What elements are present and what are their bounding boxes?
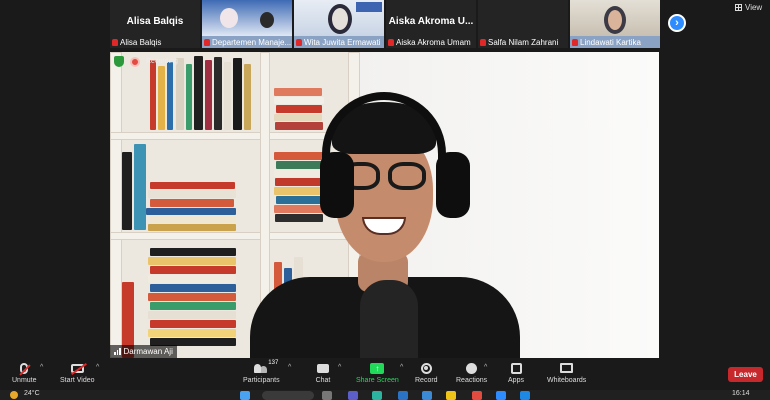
speaker-name: Darmawan Aji bbox=[123, 347, 173, 356]
participant-tile[interactable]: Alisa Balqis Alisa Balqis bbox=[110, 0, 200, 48]
share-screen-icon: ↑ bbox=[370, 362, 385, 374]
start-video-button[interactable]: Start Video bbox=[60, 362, 95, 384]
emoji-icon bbox=[466, 362, 478, 374]
recording-label: Recording bbox=[146, 58, 178, 65]
os-taskbar: 24°C 16:14 bbox=[0, 390, 770, 400]
whiteboard-icon bbox=[560, 363, 574, 373]
audio-options-caret[interactable]: ^ bbox=[40, 364, 43, 371]
participants-icon bbox=[254, 363, 268, 373]
view-button[interactable]: View bbox=[735, 3, 762, 12]
participant-caption: Alisa Balqis bbox=[112, 38, 161, 47]
mic-muted-icon bbox=[572, 39, 578, 46]
taskbar-app-icon[interactable] bbox=[322, 391, 332, 400]
participant-tile[interactable]: Lindawati Kartika bbox=[570, 0, 660, 48]
participant-name: Alisa Balqis bbox=[120, 38, 162, 47]
leave-button[interactable]: Leave bbox=[728, 367, 763, 382]
active-speaker-video: Recording Darmawan Aji bbox=[110, 52, 659, 358]
record-label: Record bbox=[415, 377, 438, 384]
meeting-status-badges: Recording bbox=[114, 56, 178, 67]
participant-name: Aiska Akroma Umam bbox=[396, 38, 471, 47]
taskbar-app-icon[interactable] bbox=[422, 391, 432, 400]
mic-muted-icon bbox=[480, 39, 486, 46]
mic-muted-icon bbox=[204, 39, 210, 46]
participant-name: Wita Juwita Ermawati bbox=[304, 38, 381, 47]
grid-icon bbox=[735, 4, 742, 11]
gallery-strip: Alisa Balqis Alisa Balqis Departemen Man… bbox=[0, 0, 770, 50]
share-screen-label: Share Screen bbox=[356, 377, 399, 384]
participant-tile[interactable]: Aiska Akroma U... Aiska Akroma Umam bbox=[386, 0, 476, 48]
reactions-label: Reactions bbox=[456, 377, 488, 384]
participant-name: Lindawati Kartika bbox=[580, 38, 641, 47]
participant-caption: Wita Juwita Ermawati bbox=[296, 38, 380, 47]
taskbar-app-icon[interactable] bbox=[496, 391, 506, 400]
share-screen-button[interactable]: ↑ Share Screen bbox=[356, 362, 399, 384]
whiteboards-button[interactable]: Whiteboards bbox=[547, 362, 586, 384]
signal-bars-icon bbox=[114, 348, 121, 355]
participant-caption: Salfa Nilam Zahrani bbox=[480, 38, 558, 47]
apps-button[interactable]: Apps bbox=[508, 362, 524, 384]
mic-muted-icon bbox=[112, 39, 118, 46]
microphone-muted-icon bbox=[20, 362, 29, 374]
chat-options-caret[interactable]: ^ bbox=[338, 364, 341, 371]
windows-start-icon[interactable] bbox=[240, 391, 250, 400]
unmute-button[interactable]: Unmute bbox=[12, 362, 37, 384]
participant-big-name: Alisa Balqis bbox=[126, 16, 184, 27]
view-label: View bbox=[745, 3, 763, 12]
reactions-options-caret[interactable]: ^ bbox=[484, 364, 487, 371]
participants-options-caret[interactable]: ^ bbox=[288, 364, 291, 371]
chat-button[interactable]: Chat bbox=[315, 362, 331, 384]
mic-muted-icon bbox=[388, 39, 394, 46]
weather-icon[interactable] bbox=[10, 391, 18, 399]
apps-label: Apps bbox=[508, 377, 524, 384]
participant-video bbox=[570, 0, 660, 36]
reactions-button[interactable]: Reactions bbox=[456, 362, 487, 384]
zoom-meeting-window: Alisa Balqis Alisa Balqis Departemen Man… bbox=[0, 0, 770, 400]
record-button[interactable]: Record bbox=[415, 362, 438, 384]
participants-count: 137 bbox=[268, 360, 279, 366]
recording-icon[interactable] bbox=[130, 56, 140, 67]
participant-caption: Lindawati Kartika bbox=[572, 38, 641, 47]
share-options-caret[interactable]: ^ bbox=[400, 364, 403, 371]
taskbar-app-icon[interactable] bbox=[398, 391, 408, 400]
taskbar-search[interactable] bbox=[262, 391, 314, 400]
temperature: 24°C bbox=[24, 390, 40, 397]
speaker-name-tag: Darmawan Aji bbox=[110, 345, 177, 358]
participant-video bbox=[294, 0, 384, 36]
participant-tile[interactable]: Departemen Manaje... bbox=[202, 0, 292, 48]
chat-icon bbox=[317, 363, 329, 373]
meeting-toolbar: Unmute ^ Start Video ^ 137 Participants … bbox=[0, 360, 770, 390]
participant-caption: Aiska Akroma Umam bbox=[388, 38, 471, 47]
participant-caption: Departemen Manaje... bbox=[204, 38, 291, 47]
video-off-icon bbox=[70, 363, 84, 373]
start-video-label: Start Video bbox=[60, 377, 95, 384]
taskbar-app-icon[interactable] bbox=[348, 391, 358, 400]
taskbar-app-icon[interactable] bbox=[446, 391, 456, 400]
participant-tile[interactable]: Salfa Nilam Zahrani bbox=[478, 0, 568, 48]
unmute-label: Unmute bbox=[12, 377, 37, 384]
participant-video bbox=[202, 0, 292, 36]
chat-label: Chat bbox=[315, 377, 331, 384]
video-options-caret[interactable]: ^ bbox=[96, 364, 99, 371]
taskbar-app-icon[interactable] bbox=[472, 391, 482, 400]
participant-big-name: Aiska Akroma U... bbox=[388, 16, 474, 27]
record-icon bbox=[420, 362, 432, 374]
participants-label: Participants bbox=[243, 377, 280, 384]
podcast-microphone bbox=[360, 280, 418, 358]
taskbar-app-icon[interactable] bbox=[372, 391, 382, 400]
participant-name: Departemen Manaje... bbox=[212, 38, 292, 47]
whiteboards-label: Whiteboards bbox=[547, 377, 587, 384]
mic-muted-icon bbox=[296, 39, 302, 46]
taskbar-clock: 16:14 bbox=[732, 390, 750, 397]
chevron-right-icon[interactable]: › bbox=[668, 14, 686, 32]
apps-icon bbox=[510, 362, 522, 374]
taskbar-app-icon[interactable] bbox=[520, 391, 530, 400]
shield-icon[interactable] bbox=[114, 56, 124, 67]
participant-tile[interactable]: Wita Juwita Ermawati bbox=[294, 0, 384, 48]
participants-button[interactable]: 137 Participants bbox=[243, 360, 280, 384]
participant-name: Salfa Nilam Zahrani bbox=[488, 38, 559, 47]
